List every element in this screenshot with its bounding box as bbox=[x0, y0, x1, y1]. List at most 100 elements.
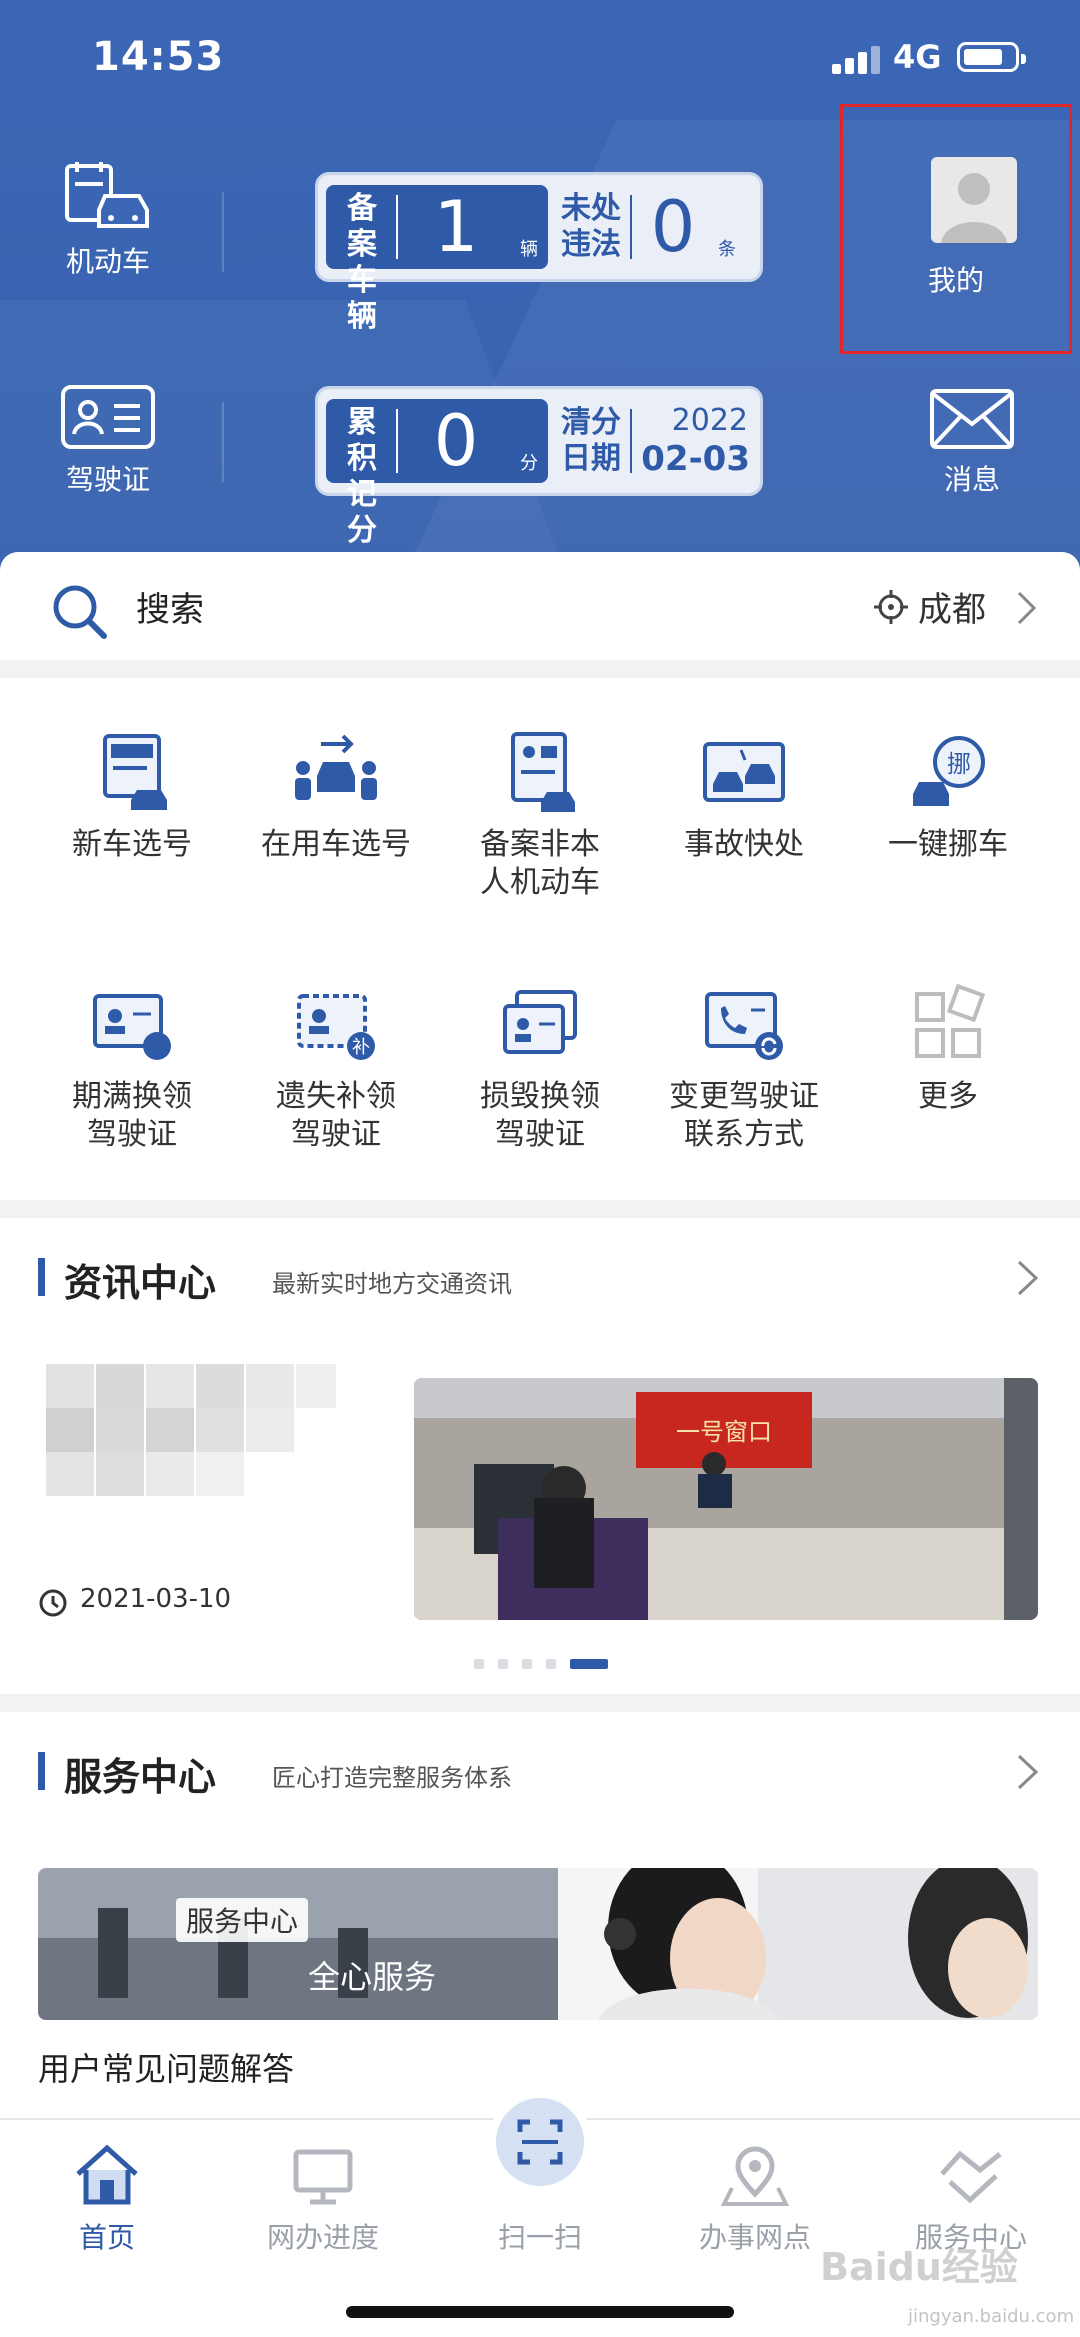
status-time: 14:53 bbox=[92, 34, 225, 80]
blurred-news-title bbox=[0, 1364, 340, 1496]
search-icon bbox=[53, 585, 107, 639]
mine-button[interactable]: 我的 bbox=[840, 104, 1072, 354]
divider bbox=[222, 192, 224, 272]
mail-icon bbox=[930, 389, 1014, 449]
location-pin-icon bbox=[720, 2146, 790, 2206]
service-replace-damaged-license[interactable]: 损毁换领 驾驶证 bbox=[442, 980, 638, 1154]
carousel-indicator[interactable] bbox=[474, 1654, 622, 1673]
vehicle-label: 机动车 bbox=[65, 245, 150, 278]
service-label: 备案非本 人机动车 bbox=[480, 827, 600, 900]
chevron-right-icon bbox=[1017, 1754, 1039, 1790]
service-center-subtitle: 匠心打造完整服务体系 bbox=[272, 1764, 512, 1792]
avatar bbox=[931, 157, 1017, 243]
chevron-right-icon bbox=[1017, 591, 1037, 625]
section-gap bbox=[0, 660, 1080, 678]
search-bar[interactable]: 搜索 成都 bbox=[0, 552, 1080, 660]
section-gap bbox=[0, 1694, 1080, 1712]
service-label: 更多 bbox=[918, 1079, 978, 1114]
violations-count: 0 bbox=[650, 186, 696, 268]
damaged-license-icon bbox=[503, 990, 577, 1054]
accident-icon bbox=[703, 742, 785, 802]
tab-progress[interactable]: 网办进度 bbox=[228, 2140, 418, 2256]
violations-unit: 条 bbox=[718, 239, 736, 260]
service-register-other-vehicle[interactable]: 备案非本 人机动车 bbox=[442, 728, 638, 902]
service-accident[interactable]: 事故快处 bbox=[646, 728, 842, 864]
service-replace-lost-license[interactable]: 补 遗失补领 驾驶证 bbox=[238, 980, 434, 1154]
news-title: 资讯中心 bbox=[64, 1261, 217, 1305]
clear-date-year: 2022 bbox=[671, 403, 748, 438]
search-placeholder: 搜索 bbox=[136, 590, 204, 630]
monitor-icon bbox=[293, 2149, 353, 2205]
license-label: 驾驶证 bbox=[65, 463, 150, 496]
service-change-contact[interactable]: 变更驾驶证 联系方式 bbox=[646, 980, 842, 1154]
handshake-icon bbox=[940, 2150, 1002, 2204]
license-shortcut[interactable]: 驾驶证 bbox=[28, 384, 188, 498]
change-contact-icon bbox=[705, 992, 783, 1060]
news-carousel[interactable]: 2021-03-10 一号窗口 bbox=[0, 1338, 1080, 1694]
tab-label: 首页 bbox=[78, 2221, 135, 2254]
home-icon bbox=[76, 2144, 138, 2205]
service-move-car[interactable]: 挪 一键挪车 bbox=[850, 728, 1046, 864]
faq-link[interactable]: 用户常见问题解答 bbox=[38, 2044, 294, 2090]
message-label: 消息 bbox=[943, 463, 1000, 496]
registered-vehicles-count: 1 bbox=[433, 186, 479, 268]
more-grid-icon bbox=[915, 983, 986, 1058]
clock-icon bbox=[39, 1589, 67, 1617]
register-vehicle-icon bbox=[511, 732, 575, 812]
move-car-icon: 挪 bbox=[913, 736, 985, 806]
news-date: 2021-03-10 bbox=[80, 1584, 232, 1614]
news-subtitle: 最新实时地方交通资讯 bbox=[272, 1270, 512, 1298]
message-button[interactable]: 消息 bbox=[892, 388, 1052, 498]
service-label: 事故快处 bbox=[684, 827, 804, 862]
service-in-use-plate[interactable]: 在用车选号 bbox=[238, 728, 434, 864]
svg-text:挪: 挪 bbox=[947, 750, 971, 778]
service-new-car-plate[interactable]: 新车选号 bbox=[34, 728, 230, 864]
watermark-url: jingyan.baidu.com bbox=[908, 2306, 1075, 2327]
city-selector[interactable]: 成都 bbox=[918, 582, 986, 631]
battery-icon bbox=[957, 42, 1026, 72]
network-type: 4G bbox=[893, 38, 942, 76]
service-label: 遗失补领 驾驶证 bbox=[276, 1079, 396, 1152]
tab-bar: 首页 网办进度 扫一扫 办事网点 服务中心 bbox=[0, 2090, 1080, 2337]
news-section-header[interactable]: 资讯中心 最新实时地方交通资讯 bbox=[0, 1218, 1080, 1338]
service-label: 一键挪车 bbox=[888, 827, 1008, 862]
section-gap bbox=[0, 1200, 1080, 1218]
scan-button[interactable] bbox=[488, 2090, 592, 2194]
new-car-plate-icon bbox=[103, 734, 167, 810]
vehicle-stats-plate[interactable]: 备案车辆 1 辆 未处违法 0 条 bbox=[315, 172, 763, 334]
service-center-banner[interactable]: 服务中心 全心服务 bbox=[38, 1868, 1038, 2020]
status-bar: 14:53 4G bbox=[0, 0, 1080, 120]
service-label: 损毁换领 驾驶证 bbox=[480, 1079, 600, 1152]
mine-label: 我的 bbox=[927, 264, 984, 297]
service-more[interactable]: 更多 bbox=[850, 980, 1046, 1116]
divider bbox=[222, 402, 224, 482]
service-grid: 新车选号 在用车选号 备案非本 人机动车 事故快处 挪 一键挪车 期满换领 驾驶… bbox=[0, 678, 1080, 1200]
location-icon bbox=[874, 590, 908, 624]
points-unit: 分 bbox=[520, 453, 538, 474]
banner-slogan: 全心服务 bbox=[308, 1958, 437, 1996]
signal-icon bbox=[832, 44, 880, 74]
service-center-section-header[interactable]: 服务中心 匠心打造完整服务体系 bbox=[0, 1712, 1080, 1832]
service-label: 变更驾驶证 联系方式 bbox=[669, 1079, 819, 1152]
service-renew-license[interactable]: 期满换领 驾驶证 bbox=[34, 980, 230, 1154]
tab-label: 扫一扫 bbox=[497, 2221, 582, 2254]
photo-sign-text: 一号窗口 bbox=[676, 1418, 772, 1446]
clear-date-label: 清分日期 bbox=[561, 405, 621, 476]
banner-tag: 服务中心 bbox=[176, 1898, 309, 1942]
license-stats-plate[interactable]: 累积记分 0 分 清分日期 2022 02-03 bbox=[315, 386, 763, 548]
service-center-title: 服务中心 bbox=[64, 1755, 217, 1799]
home-indicator[interactable] bbox=[346, 2306, 734, 2318]
svg-text:补: 补 bbox=[352, 1037, 370, 1058]
news-photo[interactable]: 一号窗口 bbox=[414, 1378, 1038, 1620]
tab-home[interactable]: 首页 bbox=[12, 2140, 202, 2256]
vehicle-shortcut[interactable]: 机动车 bbox=[28, 162, 188, 280]
clear-date-day: 02-03 bbox=[641, 439, 750, 479]
registered-vehicles-label: 备案车辆 bbox=[347, 191, 377, 334]
section-accent-bar bbox=[38, 1258, 45, 1296]
watermark-brand: Baidu经验 bbox=[820, 2245, 1018, 2289]
service-label: 期满换领 驾驶证 bbox=[72, 1079, 192, 1152]
registered-vehicles-unit: 辆 bbox=[520, 239, 538, 260]
in-use-plate-icon bbox=[295, 734, 377, 800]
service-label: 新车选号 bbox=[72, 827, 192, 862]
scan-icon bbox=[517, 2119, 563, 2165]
